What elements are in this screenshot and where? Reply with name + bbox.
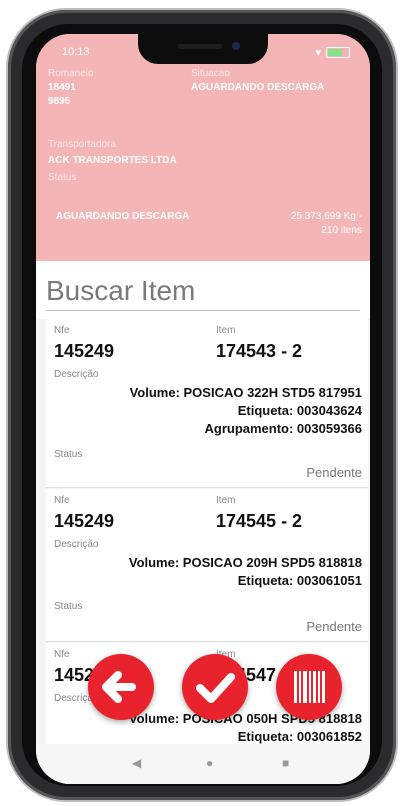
app-screen: 10:13 ▾ Romaneio 18491 9895 Situacao AGU… bbox=[36, 34, 370, 784]
status-value: AGUARDANDO DESCARGA bbox=[56, 211, 190, 222]
status-icons: ▾ bbox=[315, 46, 350, 59]
etiqueta-text: Etiqueta: 003061051 bbox=[237, 573, 362, 588]
item-label: Item bbox=[216, 325, 236, 336]
item-value: 174543 - 2 bbox=[216, 341, 303, 361]
wifi-icon: ▾ bbox=[315, 47, 321, 59]
item-label: Item bbox=[216, 495, 236, 506]
etiqueta-text: Etiqueta: 003043624 bbox=[237, 403, 362, 418]
status-time: 10:13 bbox=[62, 46, 90, 58]
romaneio-label: Romaneio bbox=[48, 68, 94, 79]
battery-icon bbox=[326, 47, 350, 58]
android-nav-bar: ◀ ● ■ bbox=[36, 744, 370, 784]
item-status: Pendente bbox=[306, 465, 362, 480]
nfe-value: 145249 bbox=[54, 511, 115, 531]
search-title[interactable]: Buscar Item bbox=[46, 275, 195, 307]
item-card[interactable]: Nfe 145249 Item 174545 - 2 Descrição Vol… bbox=[46, 489, 368, 642]
nfe-label: Nfe bbox=[54, 649, 70, 660]
nfe-label: Nfe bbox=[54, 495, 70, 506]
barcode-icon bbox=[294, 671, 325, 703]
nfe-value: 145249 bbox=[54, 341, 115, 361]
situacao-label: Situacao bbox=[191, 68, 230, 79]
search-section[interactable]: Buscar Item bbox=[36, 261, 370, 319]
etiqueta-text: Etiqueta: 003061852 bbox=[237, 729, 362, 744]
scan-barcode-button[interactable] bbox=[276, 654, 342, 720]
agrupamento-text: Agrupamento: 003059366 bbox=[204, 421, 362, 436]
nav-recents-icon[interactable]: ■ bbox=[282, 756, 289, 770]
volume-text: Volume: POSICAO 209H SPD5 818818 bbox=[128, 555, 362, 570]
items-count: 210 itens bbox=[321, 225, 362, 236]
confirm-button[interactable] bbox=[182, 654, 248, 720]
phone-notch bbox=[138, 34, 268, 64]
item-value: 174545 - 2 bbox=[216, 511, 303, 531]
item-card[interactable]: Nfe 145249 Item 174543 - 2 Descrição Vol… bbox=[46, 319, 368, 488]
status-label: Status bbox=[54, 449, 83, 460]
nfe-label: Nfe bbox=[54, 325, 70, 336]
transportadora-label: Transportadora bbox=[48, 139, 116, 150]
speaker bbox=[178, 44, 222, 49]
front-camera bbox=[232, 42, 240, 50]
search-underline bbox=[46, 310, 360, 311]
status-label: Status bbox=[48, 172, 77, 183]
nav-home-icon[interactable]: ● bbox=[206, 756, 213, 770]
weight-value: 25.373,699 Kg - bbox=[290, 211, 362, 222]
check-icon bbox=[196, 673, 235, 703]
item-status: Pendente bbox=[306, 619, 362, 634]
shipment-header: Romaneio 18491 9895 Situacao AGUARDANDO … bbox=[36, 66, 370, 261]
romaneio-value-2: 9895 bbox=[48, 96, 71, 107]
nav-back-icon[interactable]: ◀ bbox=[132, 756, 141, 770]
transportadora-value: ACK TRANSPORTES LTDA bbox=[48, 155, 177, 166]
status-label: Status bbox=[54, 601, 83, 612]
descricao-label: Descrição bbox=[54, 539, 99, 550]
back-button[interactable] bbox=[88, 654, 154, 720]
descricao-label: Descrição bbox=[54, 369, 99, 380]
arrow-left-icon bbox=[102, 671, 136, 703]
romaneio-value: 18491 bbox=[48, 82, 76, 93]
situacao-value: AGUARDANDO DESCARGA bbox=[191, 82, 325, 93]
volume-text: Volume: POSICAO 322H STD5 817951 bbox=[129, 385, 362, 400]
